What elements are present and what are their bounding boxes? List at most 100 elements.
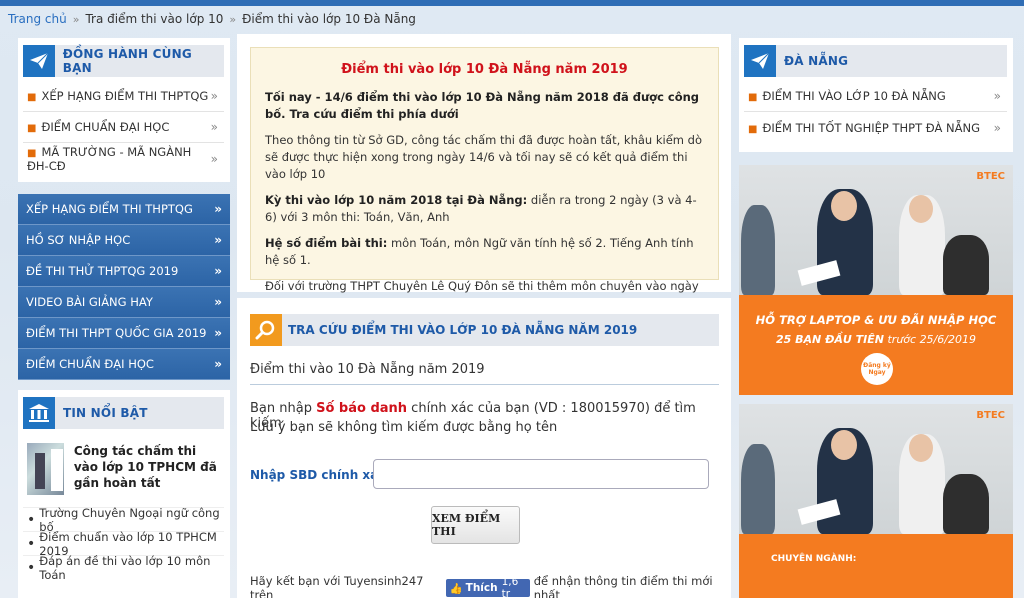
paper-plane-icon [744, 45, 776, 77]
bullet-icon: ■ [27, 92, 37, 103]
danang-item[interactable]: ■ ĐIỂM THI TỐT NGHIỆP THPT ĐÀ NẴNG » [744, 112, 1007, 143]
danang-item-label: ĐIỂM THI VÀO LỚP 10 ĐÀ NẴNG [762, 89, 946, 103]
notice-lead: Tối nay - 14/6 điểm thi vào lớp 10 Đà Nẵ… [265, 89, 704, 123]
companion-item[interactable]: ■ MÃ TRƯỜNG - MÃ NGÀNH ĐH-CĐ » [23, 143, 224, 174]
ad-slogan: HỖ TRỢ LAPTOP & ƯU ĐÃI NHẬP HỌC [755, 313, 997, 327]
category-menu: XẾP HẠNG ĐIỂM THI THPTQG » HỒ SƠ NHẬP HỌC… [18, 194, 230, 380]
divider [250, 384, 719, 385]
news-item-label: Đáp án đề thi vào lớp 10 môn Toán [39, 553, 211, 582]
like-label: Thích [465, 582, 498, 594]
menu-item[interactable]: ĐỀ THI THỬ THPTQG 2019 » [18, 256, 230, 287]
menu-item[interactable]: XẾP HẠNG ĐIỂM THI THPTQG » [18, 194, 230, 225]
lookup-subtitle: Điểm thi vào 10 Đà Nẵng năm 2019 [250, 362, 485, 377]
notice-paragraph: Theo thông tin từ Sở GD, công tác chấm t… [265, 133, 702, 181]
ad-brand: BTEC [976, 410, 1005, 421]
companion-title-bar: ĐỒNG HÀNH CÙNG BẠN [23, 45, 224, 77]
ad-brand: BTEC [976, 171, 1005, 182]
bullet-icon: ■ [748, 92, 758, 103]
news-item[interactable]: • Đáp án đề thi vào lớp 10 môn Toán [23, 553, 224, 582]
bullet-icon: • [27, 559, 36, 576]
notice-title: Điểm thi vào lớp 10 Đà Nẵng năm 2019 [341, 62, 628, 77]
companion-item[interactable]: ■ ĐIỂM CHUẨN ĐẠI HỌC » [23, 112, 224, 143]
menu-item-label: VIDEO BÀI GIẢNG HAY [26, 295, 153, 309]
menu-item[interactable]: HỒ SƠ NHẬP HỌC » [18, 225, 230, 256]
notice-box: Điểm thi vào lớp 10 Đà Nẵng năm 2019 Tối… [250, 47, 719, 310]
lookup-panel: TRA CỨU ĐIỂM THI VÀO LỚP 10 ĐÀ NẴNG NĂM … [237, 298, 731, 598]
featured-news[interactable]: Công tác chấm thi vào lớp 10 TPHCM đã gầ… [23, 437, 224, 501]
ad-photo [739, 165, 1013, 295]
menu-item-label: HỒ SƠ NHẬP HỌC [26, 233, 131, 247]
breadcrumb-home[interactable]: Trang chủ [8, 12, 67, 26]
danang-item[interactable]: ■ ĐIỂM THI VÀO LỚP 10 ĐÀ NẴNG » [744, 81, 1007, 112]
notice-exam-label: Kỳ thi vào lớp 10 năm 2018 tại Đà Nẵng: [265, 193, 528, 207]
companion-item-label: XẾP HẠNG ĐIỂM THI THPTQG [41, 89, 209, 103]
instruction-text: Bạn nhập [250, 401, 317, 416]
news-thumbnail [27, 443, 64, 495]
notice-lead-text: Tối nay - 14/6 điểm thi vào lớp 10 Đà Nẵ… [265, 90, 700, 121]
danang-title-bar: ĐÀ NẴNG [744, 45, 1007, 77]
magnifier-icon [250, 314, 282, 346]
companion-item-label: MÃ TRƯỜNG - MÃ NGÀNH ĐH-CĐ [27, 144, 192, 173]
danang-list: ■ ĐIỂM THI VÀO LỚP 10 ĐÀ NẴNG » ■ ĐIỂM THI … [744, 81, 1007, 143]
notice-coefficient: Hệ số điểm bài thi: môn Toán, môn Ngữ vă… [265, 235, 704, 269]
ad-register-button[interactable]: Đăng ký Ngay [861, 353, 893, 385]
featured-news-title: Công tác chấm thi vào lớp 10 TPHCM đã gầ… [73, 444, 217, 490]
notice-exam-info: Kỳ thi vào lớp 10 năm 2018 tại Đà Nẵng: … [265, 192, 704, 226]
menu-item-label: XẾP HẠNG ĐIỂM THI THPTQG [26, 202, 193, 216]
bullet-icon: ■ [27, 123, 37, 134]
danang-title: ĐÀ NẴNG [784, 54, 849, 68]
companion-item[interactable]: ■ XẾP HẠNG ĐIỂM THI THPTQG» [23, 81, 224, 112]
news-item[interactable]: • Điểm chuẩn vào lớp 10 TPHCM 2019 [23, 530, 224, 558]
ad-photo [739, 404, 1013, 534]
chevron-right-icon: » [214, 233, 222, 247]
chevron-right-icon: » [210, 89, 218, 103]
chevron-right-icon: » [993, 120, 1001, 135]
btec-ad-banner[interactable]: BTEC HỖ TRỢ LAPTOP & ƯU ĐÃI NHẬP HỌC 25 … [739, 165, 1013, 395]
breadcrumb-separator-icon: » [72, 12, 80, 26]
view-score-button[interactable]: XEM ĐIỂM THI [431, 506, 520, 544]
news-title-bar: TIN NỔI BẬT [23, 397, 224, 429]
facebook-promo-text: Hãy kết bạn với Tuyensinh247 trên [250, 574, 424, 598]
paper-plane-icon [23, 45, 55, 77]
facebook-promo-text: để nhận thông tin điểm thi mới nhất [533, 574, 713, 598]
news-panel: TIN NỔI BẬT Công tác chấm thi vào lớp 10… [18, 390, 230, 598]
ad-offer-bold: 25 BẠN ĐẦU TIÊN [776, 333, 884, 346]
bullet-icon: ■ [748, 123, 758, 135]
breadcrumb-current[interactable]: Điểm thi vào lớp 10 Đà Nẵng [242, 12, 416, 26]
building-icon [23, 397, 55, 429]
menu-item[interactable]: ĐIỂM CHUẨN ĐẠI HỌC » [18, 349, 230, 380]
lookup-title: TRA CỨU ĐIỂM THI VÀO LỚP 10 ĐÀ NẴNG NĂM … [288, 323, 638, 337]
breadcrumb-item[interactable]: Tra điểm thi vào lớp 10 [85, 12, 223, 26]
menu-item[interactable]: VIDEO BÀI GIẢNG HAY » [18, 287, 230, 318]
danang-item-label: ĐIỂM THI TỐT NGHIỆP THPT ĐÀ NẴNG [762, 120, 980, 135]
lookup-warning: Lưu ý bạn sẽ không tìm kiếm được bằng họ… [250, 420, 558, 435]
sbd-input[interactable] [373, 459, 709, 489]
companion-item-label: ĐIỂM CHUẨN ĐẠI HỌC [41, 120, 170, 134]
chevron-right-icon: » [214, 264, 222, 278]
chevron-right-icon: » [993, 89, 1001, 103]
thumbs-up-icon: 👍 [449, 582, 463, 595]
btec-ad-banner-2[interactable]: BTEC CHUYÊN NGÀNH: [739, 404, 1013, 598]
companion-title: ĐỒNG HÀNH CÙNG BẠN [62, 47, 192, 75]
news-item[interactable]: • Trường Chuyên Ngoại ngữ công bố [23, 506, 224, 534]
ad-offer-text: trước 25/6/2019 [883, 333, 976, 346]
like-count: 1,6 tr [501, 576, 519, 598]
breadcrumb-separator-icon: » [229, 12, 237, 26]
menu-item[interactable]: ĐIỂM THI THPT QUỐC GIA 2019 » [18, 318, 230, 349]
chevron-right-icon: » [214, 326, 222, 340]
companion-panel: ĐỒNG HÀNH CÙNG BẠN ■ XẾP HẠNG ĐIỂM THI TH… [18, 38, 230, 182]
bullet-icon: ■ [27, 147, 37, 159]
chevron-right-icon: » [214, 357, 222, 371]
facebook-promo: Hãy kết bạn với Tuyensinh247 trên 👍 Thích… [250, 574, 731, 598]
instruction-highlight: Số báo danh [316, 401, 408, 416]
facebook-like-button[interactable]: 👍 Thích 1,6 tr [445, 576, 530, 598]
breadcrumb: Trang chủ » Tra điểm thi vào lớp 10 » Đi… [8, 8, 416, 30]
ad-offer: 25 BẠN ĐẦU TIÊN trước 25/6/2019 [739, 333, 1013, 346]
chevron-right-icon: » [210, 120, 218, 134]
lookup-title-bar: TRA CỨU ĐIỂM THI VÀO LỚP 10 ĐÀ NẴNG NĂM … [250, 314, 719, 346]
bullet-icon: • [27, 535, 36, 552]
ad-major: CHUYÊN NGÀNH: [771, 554, 857, 564]
danang-panel: ĐÀ NẴNG ■ ĐIỂM THI VÀO LỚP 10 ĐÀ NẴNG » ■ Đ… [739, 38, 1013, 152]
notice-coefficient-label: Hệ số điểm bài thi: [265, 236, 388, 250]
menu-item-label: ĐIỂM CHUẨN ĐẠI HỌC [26, 357, 154, 371]
